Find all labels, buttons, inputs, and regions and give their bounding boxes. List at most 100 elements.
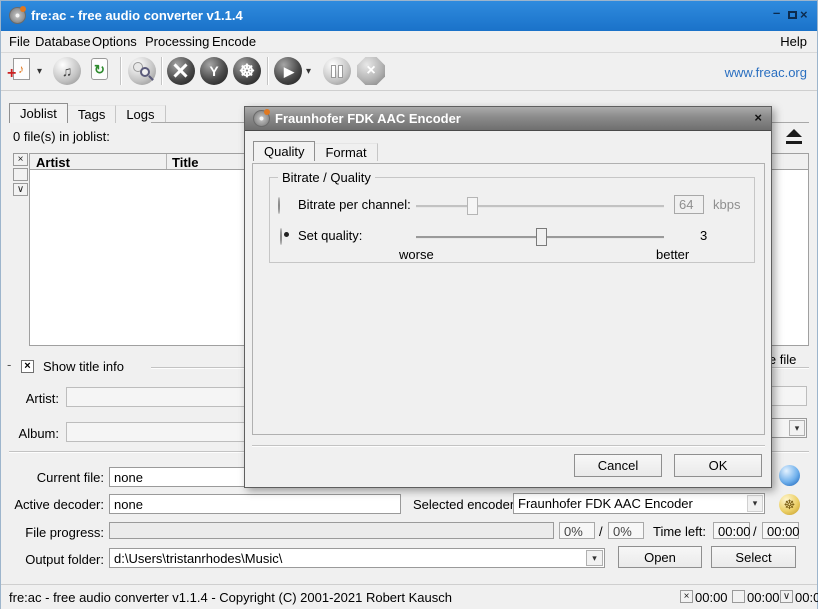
bitrate-radio[interactable]: [278, 197, 280, 214]
title-bar[interactable]: fre:ac - free audio converter v1.1.4 – ×: [1, 1, 817, 31]
total-time-left: 00:00: [762, 522, 799, 539]
dialog-title-bar[interactable]: Fraunhofer FDK AAC Encoder ×: [245, 107, 771, 131]
dialog-title: Fraunhofer FDK AAC Encoder: [275, 111, 461, 126]
main-tab-strip: Joblist Tags Logs: [9, 103, 166, 123]
playlist-icon[interactable]: ♫: [53, 57, 81, 85]
funnel-icon: Y: [209, 64, 218, 78]
menu-help[interactable]: Help: [780, 34, 807, 49]
bitrate-slider-thumb[interactable]: [467, 197, 478, 215]
minimize-button[interactable]: –: [773, 5, 780, 20]
select-none-button[interactable]: [13, 168, 28, 181]
album-label: Album:: [11, 426, 59, 441]
tab-tags[interactable]: Tags: [68, 105, 116, 123]
music-note-icon: ♫: [62, 64, 73, 78]
add-files-dropdown-icon[interactable]: ▾: [37, 66, 42, 77]
tab-joblist[interactable]: Joblist: [9, 103, 68, 123]
menu-encode[interactable]: Encode: [212, 34, 256, 49]
menu-processing[interactable]: Processing: [145, 34, 209, 49]
ok-button[interactable]: OK: [674, 454, 762, 477]
quality-slider-thumb[interactable]: [536, 228, 547, 246]
open-button[interactable]: Open: [618, 546, 702, 568]
menu-bar: File Database Options Processing Encode …: [1, 31, 817, 53]
selected-encoder-combobox[interactable]: Fraunhofer FDK AAC Encoder: [513, 493, 765, 514]
start-dropdown-icon[interactable]: ▾: [306, 66, 311, 77]
website-link[interactable]: www.freac.org: [725, 65, 807, 80]
cddb-query-icon[interactable]: [128, 57, 156, 85]
main-window: fre:ac - free audio converter v1.1.4 – ×…: [0, 0, 818, 609]
bitrate-slider-track[interactable]: [416, 205, 664, 208]
selected-encoder-label: Selected encoder:: [413, 497, 518, 512]
toolbar: ♪ + ▾ ♫ ↻ Y: [1, 53, 817, 91]
group-title: Bitrate / Quality: [278, 170, 375, 185]
dialog-tab-quality[interactable]: Quality: [253, 141, 315, 161]
encoder-dropdown-icon[interactable]: ▾: [747, 495, 763, 512]
genre-dropdown-icon[interactable]: ▾: [789, 420, 805, 436]
tab-logs[interactable]: Logs: [116, 105, 165, 123]
quality-label: Set quality:: [298, 228, 362, 243]
dialog-tab-panel: Bitrate / Quality Bitrate per channel: 6…: [252, 163, 765, 435]
status-icon-none: [732, 590, 745, 603]
toolbar-separator: [267, 57, 269, 85]
worse-label: worse: [399, 247, 434, 262]
status-bar: fre:ac - free audio converter v1.1.4 - C…: [1, 584, 817, 609]
output-folder-dropdown-icon[interactable]: ▾: [586, 550, 603, 566]
toggle-selection-button[interactable]: ∨: [13, 183, 28, 196]
stop-conversion-icon[interactable]: ×: [357, 57, 385, 85]
show-title-info-checkbox[interactable]: ×: [21, 360, 34, 373]
eject-icon-bar: [786, 141, 802, 144]
better-label: better: [656, 247, 689, 262]
output-folder-label: Output folder:: [9, 552, 104, 567]
artist-label: Artist:: [11, 391, 59, 406]
percent-slash: /: [599, 524, 603, 539]
toolbar-separator: [161, 57, 163, 85]
menu-file[interactable]: File: [9, 34, 30, 49]
dialog-logo-icon: [253, 110, 270, 127]
active-decoder-value: none: [109, 494, 401, 514]
dialog-tab-strip: Quality Format: [253, 141, 378, 161]
configure-settings-icon[interactable]: [167, 57, 195, 85]
menu-options[interactable]: Options: [92, 34, 137, 49]
track-time-left: 00:00: [713, 522, 750, 539]
window-title: fre:ac - free audio converter v1.1.4: [31, 8, 243, 23]
signal-processing-icon[interactable]: Y: [200, 57, 228, 85]
cancel-button[interactable]: Cancel: [574, 454, 662, 477]
pause-conversion-icon[interactable]: [323, 57, 351, 85]
encoder-settings-icon[interactable]: ☸: [779, 494, 800, 515]
toolbar-separator: [120, 57, 122, 85]
status-icon-all: ×: [680, 590, 693, 603]
column-title[interactable]: Title: [172, 155, 199, 170]
select-all-button[interactable]: ×: [13, 153, 28, 166]
plus-icon: +: [7, 65, 16, 83]
select-button[interactable]: Select: [711, 546, 796, 568]
encoder-options-icon[interactable]: ☸: [233, 57, 261, 85]
active-decoder-label: Active decoder:: [9, 497, 104, 512]
menu-database[interactable]: Database: [35, 34, 91, 49]
bitrate-unit: kbps: [713, 197, 740, 212]
current-file-label: Current file:: [9, 470, 104, 485]
status-time-2: 00:00: [747, 590, 780, 605]
track-percent: 0%: [559, 522, 595, 539]
start-conversion-icon[interactable]: ▶: [274, 57, 302, 85]
note-icon: ♪: [18, 62, 24, 76]
screen: fre:ac - free audio converter v1.1.4 – ×…: [0, 0, 818, 609]
column-artist[interactable]: Artist: [36, 155, 70, 170]
dialog-tab-format-label: Format: [325, 145, 366, 160]
output-folder-combobox[interactable]: d:\Users\tristanrhodes\Music\: [109, 548, 605, 568]
play-icon: ▶: [282, 65, 294, 78]
tab-joblist-label: Joblist: [20, 106, 57, 121]
add-files-icon[interactable]: ♪ +: [13, 58, 30, 80]
close-button[interactable]: ×: [800, 7, 808, 22]
panel-collapse-handle[interactable]: -: [7, 357, 11, 372]
quality-value: 3: [700, 228, 707, 243]
dialog-close-icon[interactable]: ×: [754, 110, 762, 125]
column-divider[interactable]: [166, 154, 167, 169]
dialog-tab-format[interactable]: Format: [315, 143, 377, 161]
remove-all-icon[interactable]: ↻: [91, 58, 108, 80]
eject-icon: [786, 129, 802, 137]
tab-logs-label: Logs: [126, 107, 154, 122]
maximize-button[interactable]: [788, 11, 797, 19]
quality-radio[interactable]: [280, 228, 282, 245]
status-time-3: 00:00: [795, 590, 818, 605]
encoder-dialog: Fraunhofer FDK AAC Encoder × Quality For…: [244, 106, 772, 488]
bitrate-value-field[interactable]: 64: [674, 195, 704, 214]
